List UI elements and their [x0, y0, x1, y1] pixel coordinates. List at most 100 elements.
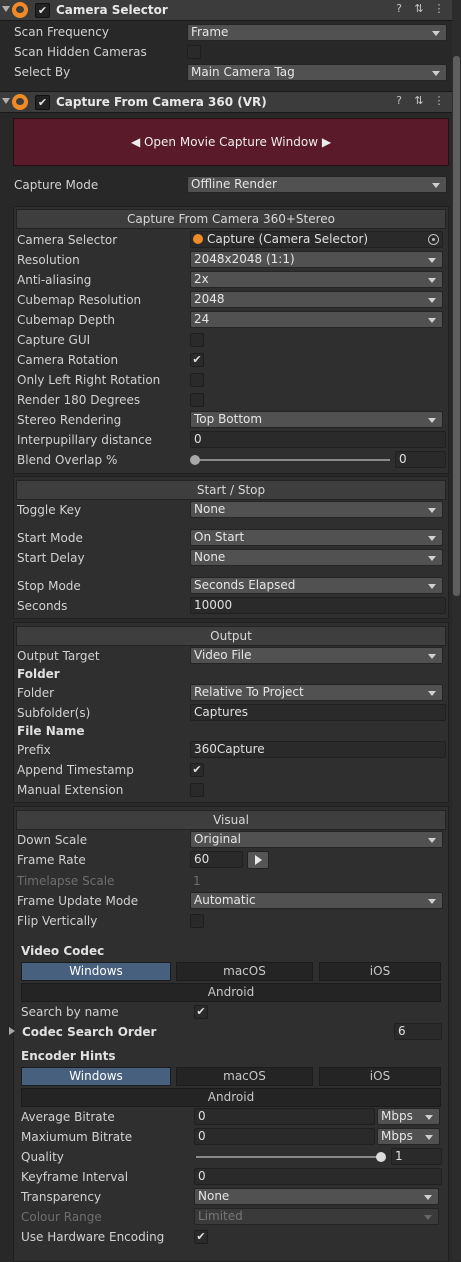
keyframe-interval-label: Keyframe Interval — [21, 1170, 129, 1184]
codec-search-order-foldout-icon[interactable] — [9, 1027, 15, 1035]
component-header-camera-selector[interactable]: ✔ Camera Selector ? ⇅ ⋮ — [0, 0, 452, 21]
video-codec-tab-macos[interactable]: macOS — [176, 962, 313, 981]
context-menu-icon[interactable]: ⋮ — [432, 2, 446, 16]
start-delay-label: Start Delay — [17, 551, 85, 565]
video-codec-tab-ios[interactable]: iOS — [319, 962, 441, 981]
down-scale-label: Down Scale — [17, 833, 88, 847]
start-mode-label: Start Mode — [17, 531, 83, 545]
down-scale-dropdown[interactable]: Original — [190, 831, 443, 848]
video-codec-tab-android[interactable]: Android — [21, 983, 441, 1002]
folder-heading: Folder — [17, 667, 60, 681]
timelapse-scale-label: Timelapse Scale — [17, 874, 115, 888]
encoder-hints-tab-macos[interactable]: macOS — [176, 1067, 313, 1086]
use-hardware-encoding-label: Use Hardware Encoding — [21, 1230, 165, 1244]
foldout-arrow-icon[interactable] — [2, 6, 10, 12]
cubemap-resolution-dropdown[interactable]: 2048 — [190, 291, 443, 308]
preset-settings-icon[interactable]: ⇅ — [412, 2, 426, 16]
capture-gui-checkbox[interactable] — [190, 333, 204, 347]
codec-search-order-size-field[interactable]: 6 — [394, 1023, 442, 1040]
encoder-hints-tab-ios[interactable]: iOS — [319, 1067, 441, 1086]
anti-aliasing-label: Anti-aliasing — [17, 273, 92, 287]
cubemap-depth-dropdown[interactable]: 24 — [190, 311, 443, 328]
capture-mode-dropdown[interactable]: Offline Render — [187, 176, 447, 193]
help-icon[interactable]: ? — [392, 2, 406, 16]
blend-overlap-field[interactable]: 0 — [395, 451, 446, 468]
frame-update-mode-dropdown[interactable]: Automatic — [190, 892, 443, 909]
maximum-bitrate-unit-dropdown[interactable]: Mbps — [377, 1128, 440, 1145]
prefix-label: Prefix — [17, 743, 51, 757]
anti-aliasing-dropdown[interactable]: 2x — [190, 271, 443, 288]
resolution-dropdown[interactable]: 2048x2048 (1:1) — [190, 251, 443, 268]
encoder-hints-tab-windows[interactable]: Windows — [21, 1067, 171, 1086]
component-enabled-checkbox[interactable]: ✔ — [35, 95, 50, 110]
only-left-right-rotation-checkbox[interactable] — [190, 373, 204, 387]
interpupillary-distance-field[interactable]: 0 — [190, 431, 446, 448]
append-timestamp-checkbox[interactable]: ✔ — [190, 763, 204, 777]
frame-rate-field[interactable]: 60 — [190, 851, 243, 868]
prefix-field[interactable]: 360Capture — [190, 741, 446, 758]
seconds-label: Seconds — [17, 599, 68, 613]
open-movie-capture-window-button[interactable]: ◀ Open Movie Capture Window ▶ — [13, 118, 449, 166]
average-bitrate-unit-dropdown[interactable]: Mbps — [377, 1108, 440, 1125]
camera-selector-object-value: Capture (Camera Selector) — [207, 232, 369, 246]
resolution-label: Resolution — [17, 253, 80, 267]
cubemap-depth-label: Cubemap Depth — [17, 313, 116, 327]
timelapse-scale-value: 1 — [193, 874, 201, 888]
preset-settings-icon[interactable]: ⇅ — [412, 94, 426, 108]
output-target-dropdown[interactable]: Video File — [190, 647, 443, 664]
frame-rate-label: Frame Rate — [17, 853, 86, 867]
stop-mode-dropdown[interactable]: Seconds Elapsed — [190, 577, 443, 594]
frame-update-mode-label: Frame Update Mode — [17, 894, 139, 908]
average-bitrate-field[interactable]: 0 — [194, 1108, 375, 1125]
camera-selector-object-field[interactable]: Capture (Camera Selector) — [190, 231, 443, 248]
scrollbar-track[interactable] — [452, 0, 461, 1260]
component-enabled-checkbox[interactable]: ✔ — [35, 3, 50, 18]
object-picker-icon[interactable] — [428, 234, 439, 245]
encoder-hints-tab-android[interactable]: Android — [21, 1088, 441, 1107]
codec-search-order-label[interactable]: Codec Search Order — [22, 1025, 156, 1039]
quality-slider-track[interactable] — [196, 1156, 382, 1158]
folder-label: Folder — [17, 686, 55, 700]
start-delay-dropdown[interactable]: None — [190, 549, 443, 566]
quality-label: Quality — [21, 1150, 64, 1164]
scan-frequency-dropdown[interactable]: Frame — [187, 24, 447, 41]
camera-selector-object-icon — [193, 234, 203, 244]
stereo-rendering-dropdown[interactable]: Top Bottom — [190, 411, 443, 428]
context-menu-icon[interactable]: ⋮ — [432, 94, 446, 108]
stereo-rendering-label: Stereo Rendering — [17, 413, 122, 427]
manual-extension-checkbox[interactable] — [190, 783, 204, 797]
quality-field[interactable]: 1 — [391, 1148, 442, 1165]
blend-overlap-slider-knob[interactable] — [190, 455, 200, 465]
maximum-bitrate-label: Maxiumum Bitrate — [21, 1130, 133, 1144]
component-header-capture-360[interactable]: ✔ Capture From Camera 360 (VR) ? ⇅ ⋮ — [0, 91, 452, 113]
stop-mode-label: Stop Mode — [17, 579, 81, 593]
help-icon[interactable]: ? — [392, 94, 406, 108]
quality-slider-knob[interactable] — [376, 1152, 386, 1162]
folder-dropdown[interactable]: Relative To Project — [190, 684, 443, 701]
transparency-dropdown[interactable]: None — [194, 1188, 439, 1205]
select-by-dropdown[interactable]: Main Camera Tag — [187, 64, 447, 81]
foldout-arrow-icon[interactable] — [2, 98, 10, 104]
scrollbar-thumb[interactable] — [453, 56, 460, 596]
use-hardware-encoding-checkbox[interactable]: ✔ — [194, 1230, 208, 1244]
blend-overlap-label: Blend Overlap % — [17, 453, 118, 467]
colour-range-label: Colour Range — [21, 1210, 102, 1224]
frame-rate-play-icon[interactable] — [247, 851, 269, 869]
scan-hidden-cameras-label: Scan Hidden Cameras — [14, 45, 147, 59]
transparency-label: Transparency — [21, 1190, 102, 1204]
video-codec-tab-windows[interactable]: Windows — [21, 962, 171, 981]
component-title: Camera Selector — [56, 3, 168, 17]
maximum-bitrate-field[interactable]: 0 — [194, 1128, 375, 1145]
subfolder-field[interactable]: Captures — [190, 704, 446, 721]
component-logo-icon — [12, 2, 28, 18]
blend-overlap-slider-track[interactable] — [195, 459, 390, 461]
search-by-name-checkbox[interactable]: ✔ — [194, 1005, 208, 1019]
seconds-field[interactable]: 10000 — [190, 597, 446, 614]
keyframe-interval-field[interactable]: 0 — [194, 1168, 442, 1185]
render-180-degrees-checkbox[interactable] — [190, 393, 204, 407]
toggle-key-dropdown[interactable]: None — [190, 501, 443, 518]
scan-hidden-cameras-checkbox[interactable] — [187, 45, 201, 59]
camera-rotation-checkbox[interactable]: ✔ — [190, 353, 204, 367]
flip-vertically-checkbox[interactable] — [190, 914, 204, 928]
start-mode-dropdown[interactable]: On Start — [190, 529, 443, 546]
